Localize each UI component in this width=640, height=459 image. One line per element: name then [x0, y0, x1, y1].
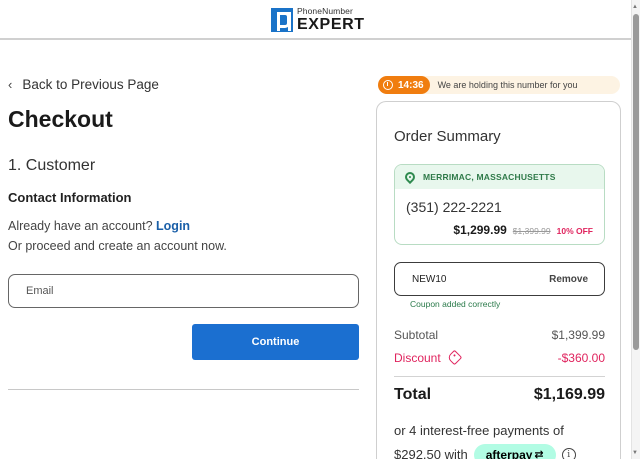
discount-label: Discount	[394, 351, 441, 365]
countdown-timer: 14:36	[378, 76, 430, 94]
page-scrollbar[interactable]: ▲ ▼	[631, 0, 640, 459]
price-row: $1,299.99 $1,399.99 10% OFF	[453, 223, 593, 237]
afterpay-arrows-icon: ⇄	[534, 449, 544, 459]
scroll-up-arrow-icon[interactable]: ▲	[632, 4, 638, 10]
location-bar: MERRIMAC, MASSACHUSETTS	[395, 165, 604, 189]
number-card: MERRIMAC, MASSACHUSETTS (351) 222-2221 $…	[394, 164, 605, 245]
clock-icon	[383, 80, 393, 90]
discount-row: Discount -$360.00	[394, 349, 605, 366]
original-price: $1,399.99	[512, 226, 551, 236]
location-text: MERRIMAC, MASSACHUSETTS	[423, 172, 556, 182]
holding-text: We are holding this number for you	[437, 80, 578, 90]
holding-banner: 14:36 We are holding this number for you	[378, 76, 620, 94]
proceed-text: Or proceed and create an account now.	[8, 239, 227, 253]
order-summary-title: Order Summary	[394, 128, 501, 145]
scroll-down-arrow-icon[interactable]: ▼	[632, 450, 638, 456]
current-price: $1,299.99	[453, 223, 507, 237]
site-logo[interactable]: PhoneNumber EXPERT	[271, 7, 365, 33]
total-label: Total	[394, 386, 432, 403]
installments-amount-line: $292.50 with afterpay ⇄ i	[394, 443, 576, 459]
afterpay-label: afterpay	[485, 448, 533, 459]
continue-button[interactable]: Continue	[192, 324, 359, 360]
remove-coupon-button[interactable]: Remove	[549, 274, 588, 285]
tag-icon	[446, 349, 462, 366]
order-summary-card: Order Summary MERRIMAC, MASSACHUSETTS (3…	[376, 101, 621, 459]
coupon-status-message: Coupon added correctly	[410, 299, 501, 309]
subtotal-row: Subtotal $1,399.99	[394, 328, 605, 342]
scrollbar-thumb[interactable]	[633, 14, 639, 350]
coupon-field[interactable]: NEW10 Remove	[394, 262, 605, 296]
divider	[8, 389, 359, 390]
installments-amount: $292.50 with	[394, 447, 468, 459]
installments-line: or 4 interest-free payments of	[394, 423, 564, 438]
discount-badge: 10% OFF	[556, 226, 593, 236]
afterpay-badge[interactable]: afterpay ⇄	[473, 444, 556, 459]
chevron-left-icon: ‹	[8, 77, 13, 92]
info-icon[interactable]: i	[561, 448, 576, 459]
installments-info: or 4 interest-free payments of $292.50 w…	[394, 419, 576, 459]
subtotal-label: Subtotal	[394, 328, 439, 342]
subtotal-value: $1,399.99	[551, 328, 605, 342]
coupon-code: NEW10	[412, 273, 447, 285]
page-title: Checkout	[8, 106, 113, 132]
step-heading: 1. Customer	[8, 157, 96, 174]
back-link-label: Back to Previous Page	[22, 77, 159, 92]
back-link[interactable]: ‹ Back to Previous Page	[8, 77, 159, 92]
contact-heading: Contact Information	[8, 190, 132, 205]
total-row: Total $1,169.99	[394, 386, 605, 404]
logo-text: PhoneNumber EXPERT	[297, 7, 365, 33]
login-link[interactable]: Login	[156, 219, 190, 233]
discount-value: -$360.00	[557, 351, 605, 365]
site-header: PhoneNumber EXPERT	[0, 0, 640, 40]
summary-divider	[394, 376, 605, 377]
have-account-label: Already have an account?	[8, 219, 153, 233]
logo-small-text: PhoneNumber	[297, 6, 353, 16]
phone-number: (351) 222-2221	[406, 199, 502, 215]
map-pin-icon	[402, 169, 418, 185]
discount-label-group: Discount	[394, 349, 462, 366]
logo-big-text: EXPERT	[297, 15, 365, 33]
email-field[interactable]	[8, 274, 359, 308]
have-account-text: Already have an account? Login	[8, 219, 190, 233]
timer-value: 14:36	[398, 79, 424, 91]
logo-mark-icon	[271, 7, 293, 32]
total-value: $1,169.99	[533, 386, 605, 403]
